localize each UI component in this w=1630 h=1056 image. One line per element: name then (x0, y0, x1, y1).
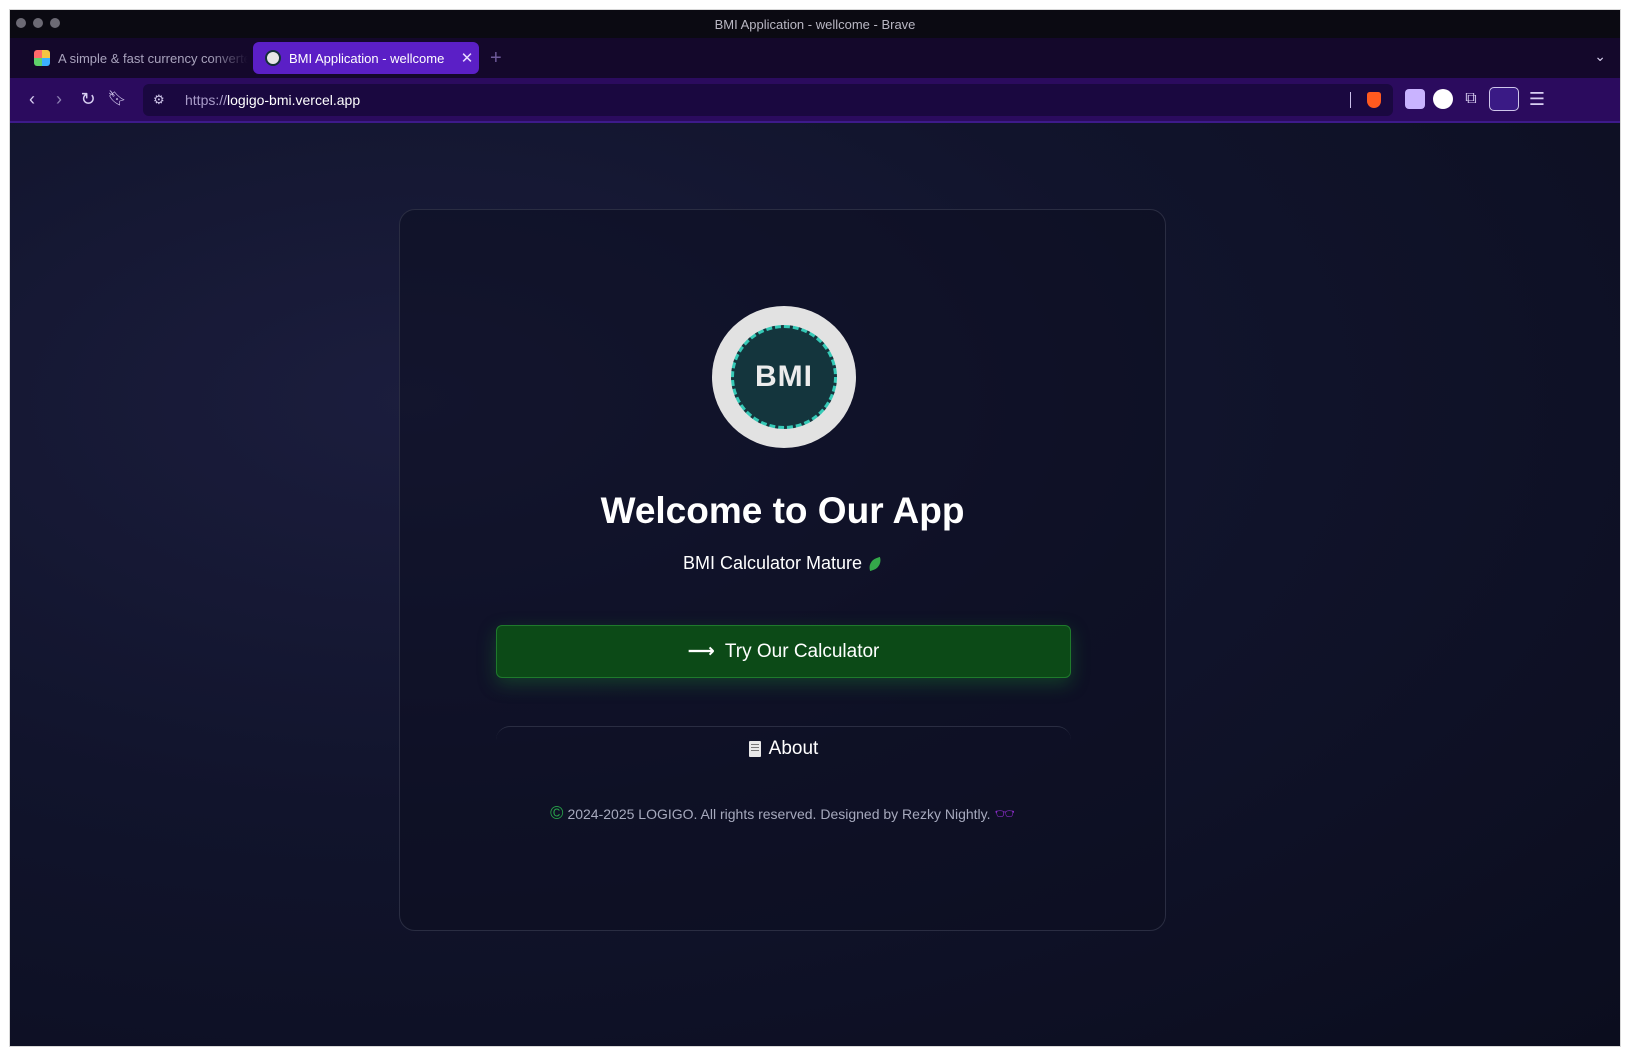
footer-text: 2024-2025 LOGIGO. All rights reserved. D… (567, 806, 991, 822)
cta-label: Try Our Calculator (724, 640, 880, 662)
site-info-icon[interactable]: ⚙ (153, 92, 173, 108)
extensions-icon[interactable]: ⧉ (1460, 88, 1482, 110)
maximize-window-button[interactable] (50, 18, 60, 28)
bmi-favicon-icon (265, 50, 281, 66)
brave-shield-icon[interactable] (1367, 92, 1381, 108)
url-scheme: https:// (185, 92, 228, 108)
document-icon (748, 740, 761, 757)
new-tab-icon[interactable]: + (490, 46, 502, 70)
tab-title: A simple & fast currency converter (58, 50, 248, 66)
subtitle-text: BMI Calculator Mature (682, 553, 863, 573)
tab-currency-converter[interactable]: A simple & fast currency converter (22, 42, 248, 74)
minimize-window-button[interactable] (33, 18, 43, 28)
reload-icon[interactable]: ↻ (77, 88, 99, 110)
reader-glasses-icon[interactable] (1489, 87, 1519, 111)
s-extension-icon[interactable] (1433, 89, 1453, 109)
close-tab-icon[interactable]: ✕ (455, 49, 479, 67)
leaf-icon (866, 556, 884, 572)
subtitle: BMI Calculator Mature (400, 553, 1165, 574)
page-content: BMI Welcome to Our App BMI Calculator Ma… (10, 123, 1620, 1046)
close-window-button[interactable] (16, 18, 26, 28)
url-host: logigo-bmi.vercel.app (227, 92, 361, 108)
vpn-extension-icon[interactable] (1405, 89, 1425, 109)
currency-favicon-icon (34, 50, 50, 66)
title-bar: BMI Application - wellcome - Brave (10, 10, 1620, 38)
tab-list-chevron-icon[interactable]: ⌄ (1594, 48, 1606, 65)
copyright-icon: © (550, 803, 564, 823)
browser-window: BMI Application - wellcome - Brave A sim… (10, 10, 1620, 1046)
about-button[interactable]: About (496, 726, 1071, 770)
try-calculator-button[interactable]: ⟶ Try Our Calculator (496, 625, 1071, 678)
address-bar[interactable]: ⚙ https://logigo-bmi.vercel.app (143, 84, 1393, 116)
tab-bmi-application[interactable]: BMI Application - wellcome ✕ (253, 42, 479, 74)
footer: © 2024-2025 LOGIGO. All rights reserved. … (400, 803, 1165, 824)
menu-icon[interactable]: ☰ (1526, 88, 1548, 110)
logo-text: BMI (755, 360, 813, 393)
window-controls (16, 18, 60, 28)
welcome-card: BMI Welcome to Our App BMI Calculator Ma… (399, 209, 1166, 931)
back-icon[interactable]: ‹ (21, 88, 43, 110)
glasses-icon: 👓︎ (994, 806, 1015, 823)
tab-strip: A simple & fast currency converter BMI A… (10, 38, 1620, 78)
navigation-toolbar: ‹ › ↻ 🔖︎ ⚙ https://logigo-bmi.vercel.app… (10, 78, 1620, 123)
window-title: BMI Application - wellcome - Brave (714, 16, 916, 32)
forward-icon[interactable]: › (48, 88, 70, 110)
tab-title: BMI Application - wellcome (289, 50, 445, 66)
bookmark-icon[interactable]: 🔖︎ (106, 88, 128, 110)
page-title: Welcome to Our App (600, 490, 965, 531)
about-label: About (768, 737, 819, 759)
bmi-logo-badge: BMI (731, 325, 837, 429)
bmi-logo: BMI (712, 306, 856, 448)
url-separator (1350, 92, 1351, 108)
url-text[interactable]: https://logigo-bmi.vercel.app (185, 92, 360, 108)
arrow-right-icon: ⟶ (687, 641, 715, 662)
